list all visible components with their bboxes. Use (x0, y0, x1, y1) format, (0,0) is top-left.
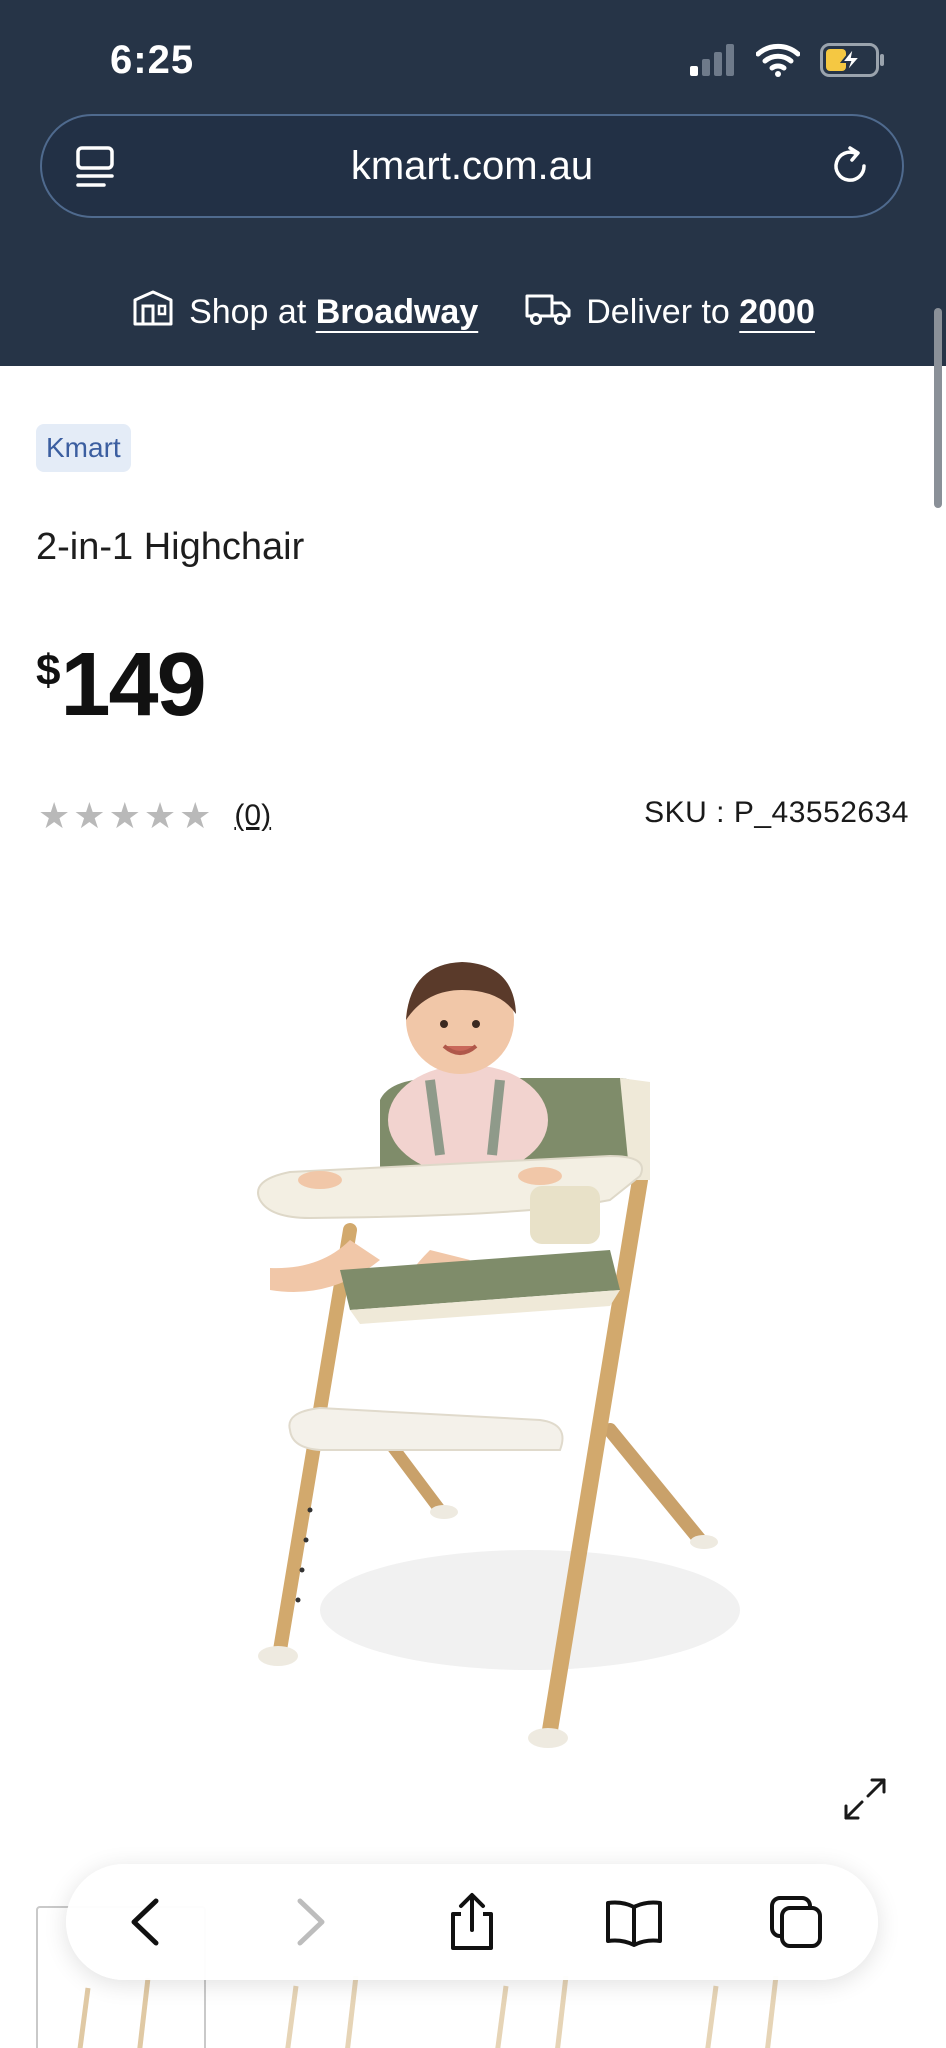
product-sku: SKU : P_43552634 (644, 796, 909, 829)
address-bar[interactable]: kmart.com.au (40, 114, 904, 218)
tabs-icon (768, 1894, 824, 1955)
price-currency: $ (36, 646, 61, 695)
shop-store-name[interactable]: Broadway (316, 293, 479, 331)
back-button[interactable] (116, 1894, 176, 1954)
bookmarks-button[interactable] (604, 1894, 664, 1954)
product-title: 2-in-1 Highchair (36, 526, 305, 568)
product-image[interactable] (230, 950, 750, 1770)
store-icon (131, 288, 175, 337)
browser-toolbar (66, 1864, 878, 1980)
rating-summary[interactable]: ★ ★ ★ ★ ★ (0) (38, 796, 271, 836)
page-scrollbar[interactable] (934, 308, 942, 508)
shop-at-link[interactable]: Shop at Broadway (189, 293, 478, 332)
product-price: $149 (36, 634, 207, 737)
reload-icon[interactable] (828, 144, 872, 193)
bookmarks-icon (604, 1897, 664, 1952)
battery-charging-icon (820, 42, 886, 82)
signal-icon (690, 43, 736, 81)
deliver-postcode[interactable]: 2000 (739, 293, 815, 331)
share-icon (447, 1892, 497, 1957)
forward-icon (290, 1897, 330, 1952)
expand-icon[interactable] (842, 1776, 888, 1827)
shop-at-label: Shop at (189, 293, 307, 331)
review-count-link[interactable]: (0) (234, 799, 271, 833)
star-icon: ★ (73, 795, 106, 836)
star-icon: ★ (108, 795, 141, 836)
star-icon: ★ (143, 795, 177, 836)
forward-button[interactable] (280, 1894, 340, 1954)
wifi-icon (755, 43, 801, 82)
delivery-truck-icon (524, 288, 572, 337)
status-time: 6:25 (110, 38, 195, 82)
star-icon: ★ (38, 795, 71, 836)
star-icon: ★ (179, 795, 212, 836)
deliver-to-label: Deliver to (586, 293, 730, 331)
status-icons (690, 42, 886, 82)
share-button[interactable] (442, 1892, 502, 1957)
store-delivery-bar: Shop at Broadway Deliver to 2000 (0, 288, 946, 337)
price-amount: 149 (60, 635, 206, 735)
tabs-button[interactable] (766, 1894, 826, 1954)
brand-badge[interactable]: Kmart (36, 424, 131, 472)
deliver-to-link[interactable]: Deliver to 2000 (586, 293, 815, 332)
url-text[interactable]: kmart.com.au (42, 144, 902, 189)
site-header: 6:25 kmart.com.au Shop at Broadway Deliv… (0, 0, 946, 366)
back-icon (126, 1897, 166, 1952)
